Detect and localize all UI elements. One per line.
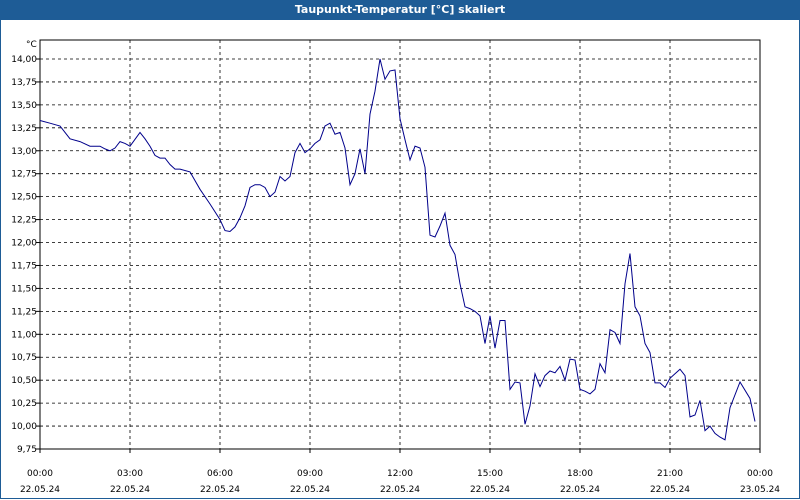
x-tick-date-label: 22.05.24	[110, 485, 150, 495]
y-tick-label: 10,00	[11, 422, 37, 432]
x-tick-time-label: 09:00	[297, 469, 323, 479]
x-tick-time-label: 06:00	[207, 469, 233, 479]
x-tick-date-label: 23.05.24	[740, 485, 780, 495]
y-tick-label: 11,25	[11, 307, 37, 317]
y-tick-label: 14,00	[11, 55, 37, 65]
y-tick-label: 10,25	[11, 399, 37, 409]
y-tick-label: 12,25	[11, 216, 37, 226]
x-tick-time-label: 15:00	[477, 469, 503, 479]
chart-plot: °C 14,00 13,75 13,50 13,25 13,00 12,75 12,50 12,…	[11, 39, 780, 495]
y-tick-label: 13,50	[11, 101, 37, 111]
y-axis-unit-label: °C	[26, 40, 37, 50]
y-tick-label: 13,00	[11, 147, 37, 157]
x-tick-date-label: 22.05.24	[290, 485, 330, 495]
y-tick-label: 11,75	[11, 261, 37, 271]
x-tick-time-label: 21:00	[657, 469, 683, 479]
x-tick-time-label: 03:00	[117, 469, 143, 479]
y-tick-label: 12,50	[11, 193, 37, 203]
x-tick-date-label: 22.05.24	[650, 485, 690, 495]
y-tick-label: 13,25	[11, 124, 37, 134]
x-tick-date-label: 22.05.24	[200, 485, 240, 495]
x-tick-date-label: 22.05.24	[380, 485, 420, 495]
y-tick-label: 11,50	[11, 284, 37, 294]
x-tick-time-label: 12:00	[387, 469, 413, 479]
y-tick-label: 9,75	[17, 445, 37, 455]
x-tick-time-label: 00:00	[27, 469, 53, 479]
x-tick-time-label: 18:00	[567, 469, 593, 479]
y-tick-label: 12,00	[11, 239, 37, 249]
x-tick-date-label: 22.05.24	[560, 485, 600, 495]
y-tick-label: 10,75	[11, 353, 37, 363]
y-tick-label: 12,75	[11, 170, 37, 180]
x-tick-time-label: 00:00	[747, 469, 773, 479]
y-tick-label: 11,00	[11, 330, 37, 340]
x-tick-date-label: 22.05.24	[20, 485, 60, 495]
y-tick-label: 10,50	[11, 376, 37, 386]
x-tick-date-label: 22.05.24	[470, 485, 510, 495]
y-tick-label: 13,75	[11, 78, 37, 88]
